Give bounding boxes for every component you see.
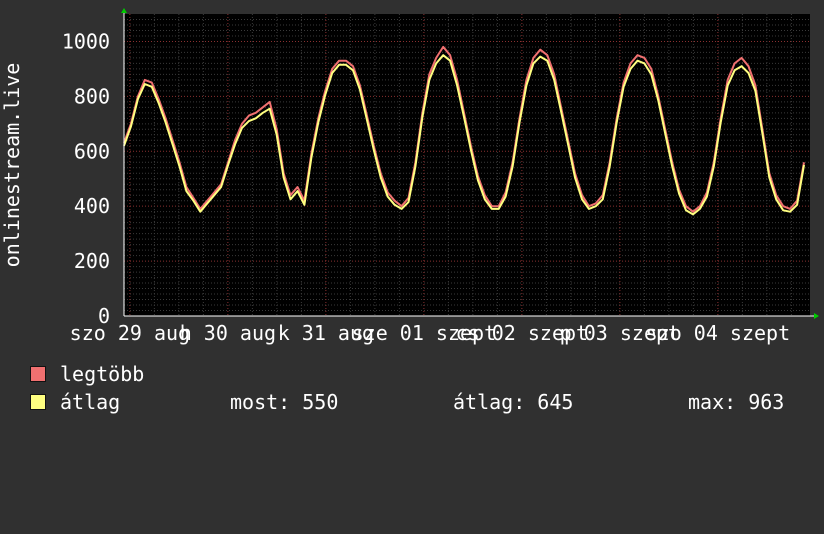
stat-average: átlag: 645	[453, 390, 574, 414]
legend-item-max: legtöbb	[30, 362, 810, 386]
y-tick-label: 400	[74, 194, 110, 218]
y-axis-label: onlinestream.live	[0, 63, 24, 268]
x-axis-ticks: szo 29 augh 30 aug k 31 augsze 01 szeptcs…	[70, 321, 790, 345]
legend-label-avg: átlag	[60, 390, 121, 414]
y-tick-label: 1000	[62, 29, 110, 53]
legend-swatch-avg	[30, 394, 46, 410]
y-axis-arrow	[121, 8, 127, 13]
legend-label-max: legtöbb	[60, 362, 145, 386]
y-tick-label: 600	[74, 139, 110, 163]
x-tick-label: h 30 aug	[180, 321, 276, 345]
y-tick-label: 800	[74, 84, 110, 108]
x-tick-label: szo 29 aug	[70, 321, 190, 345]
stat-max: max: 963	[688, 390, 785, 414]
y-axis-ticks: 02004006008001000	[62, 29, 110, 328]
legend-swatch-max	[30, 366, 46, 382]
x-axis-arrow	[814, 313, 819, 319]
traffic-chart: 02004006008001000 szo 29 augh 30 aug k 31…	[0, 8, 819, 345]
legend-item-avg: átlag most: 550 átlag: 645 max: 963	[30, 390, 810, 414]
stat-current: most: 550	[230, 390, 339, 414]
y-tick-label: 200	[74, 249, 110, 273]
x-tick-label: szo 04 szept	[646, 321, 791, 345]
